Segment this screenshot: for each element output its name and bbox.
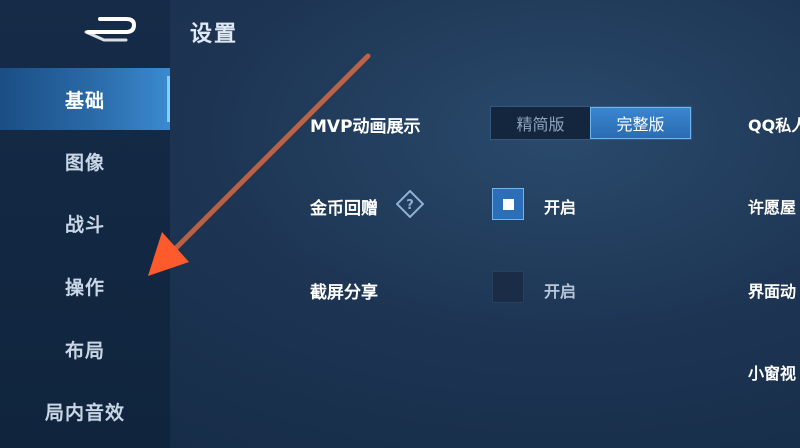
sidebar-item-label: 操作 [64,276,105,299]
sidebar-item-label: 布局 [64,339,105,362]
checkbox-check-icon [503,199,514,210]
sidebar-item-label: 战斗 [64,213,105,236]
coin-gift-checkbox-label: 开启 [544,198,577,217]
screenshot-share-label: 截屏分享 [310,283,378,303]
coin-gift-label: 金币回赠 [310,199,378,219]
mvp-animation-label: MVP动画展示 [310,117,421,137]
sidebar-item-controls[interactable]: 操作 [0,255,170,317]
back-icon[interactable] [84,14,138,44]
sidebar-item-graphics[interactable]: 图像 [0,130,170,192]
small-window-label: 小窗视 [748,364,797,383]
mvp-animation-selector: 精简版 完整版 [490,106,692,140]
sidebar-item-ingame-sound[interactable]: 局内音效 [0,380,170,442]
help-icon[interactable]: ? [395,189,425,219]
sidebar-item-basic[interactable]: 基础 [0,68,170,130]
interface-animation-label: 界面动 [748,282,797,301]
page-title: 设置 [190,22,239,47]
sidebar-item-label: 图像 [64,151,105,174]
sidebar-item-label: 局内音效 [44,401,125,424]
sidebar-item-combat[interactable]: 战斗 [0,192,170,254]
mvp-option-full[interactable]: 完整版 [590,107,691,139]
sidebar: 基础 图像 战斗 操作 布局 局内音效 [0,0,170,448]
mvp-option-simple[interactable]: 精简版 [491,107,590,139]
screenshot-share-checkbox[interactable] [492,271,524,303]
sidebar-item-layout[interactable]: 布局 [0,318,170,380]
qq-private-label: QQ私人 [748,116,800,135]
sidebar-item-label: 基础 [64,89,105,112]
svg-text:?: ? [406,198,414,213]
wishing-house-label: 许愿屋 [748,198,797,217]
screenshot-share-checkbox-label: 开启 [544,282,577,301]
coin-gift-checkbox[interactable] [492,188,524,220]
